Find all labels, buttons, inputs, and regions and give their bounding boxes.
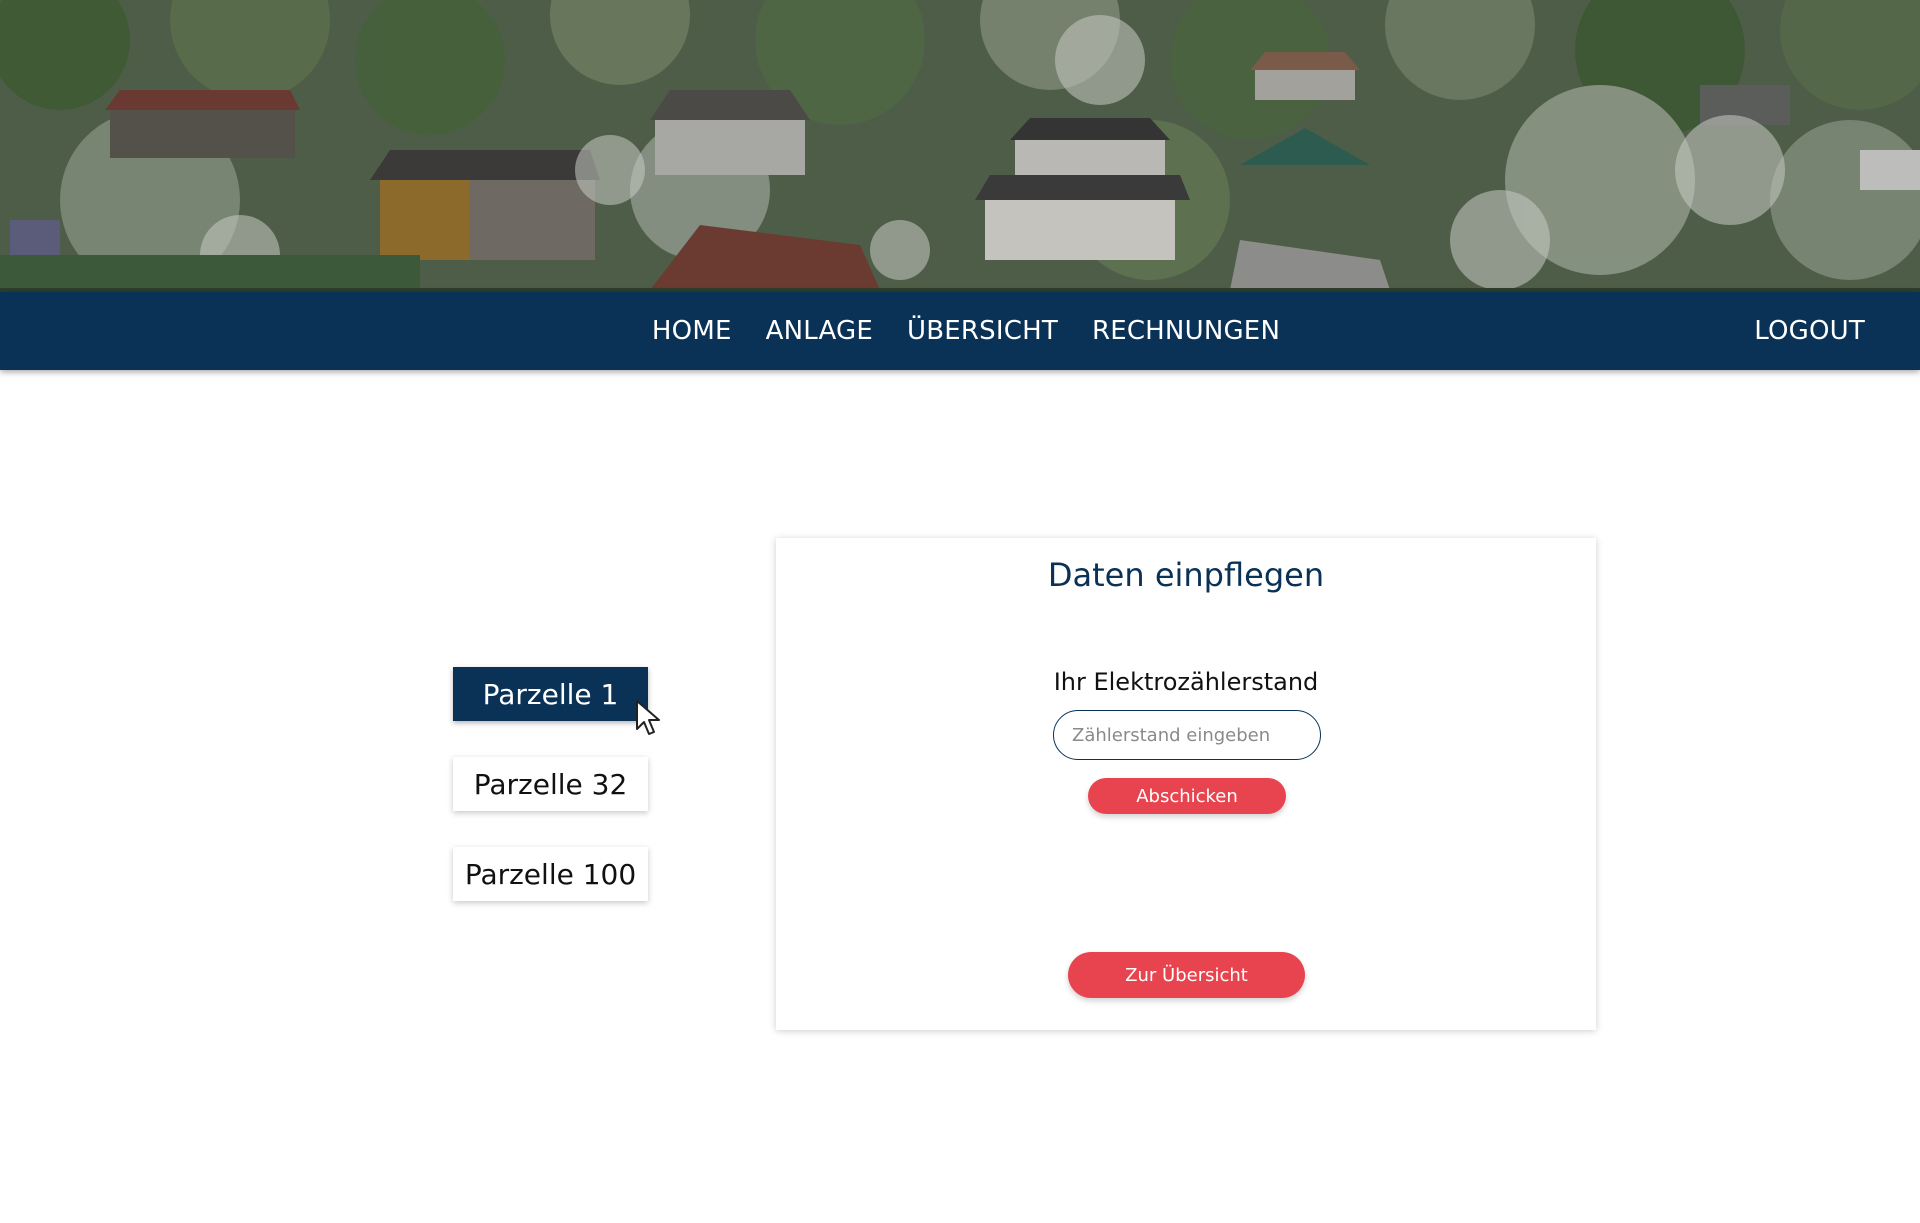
parcel-button-100[interactable]: Parzelle 100 — [453, 847, 648, 901]
nav-home[interactable]: HOME — [652, 316, 732, 346]
nav-rechnungen[interactable]: RECHNUNGEN — [1092, 316, 1280, 346]
parcel-button-32[interactable]: Parzelle 32 — [453, 757, 648, 811]
submit-button[interactable]: Abschicken — [1088, 778, 1286, 814]
data-entry-card: Daten einpflegen Ihr Elektrozählerstand … — [776, 538, 1596, 1030]
nav-uebersicht[interactable]: ÜBERSICHT — [907, 316, 1058, 346]
meter-reading-input[interactable] — [1053, 710, 1321, 760]
overview-button[interactable]: Zur Übersicht — [1068, 952, 1305, 998]
nav-logout-wrap: LOGOUT — [1754, 292, 1865, 370]
parcel-button-1[interactable]: Parzelle 1 — [453, 667, 648, 721]
arrow-pointer-icon — [636, 700, 660, 735]
hero-banner-image — [0, 0, 1920, 292]
nav-links: HOME ANLAGE ÜBERSICHT RECHNUNGEN — [0, 292, 1920, 370]
nav-anlage[interactable]: ANLAGE — [766, 316, 873, 346]
logout-link[interactable]: LOGOUT — [1754, 316, 1865, 346]
meter-field-label: Ihr Elektrozählerstand — [1053, 668, 1319, 696]
card-title: Daten einpflegen — [1047, 556, 1325, 594]
main-navbar: HOME ANLAGE ÜBERSICHT RECHNUNGEN LOGOUT — [0, 292, 1920, 370]
parcel-list: Parzelle 1 Parzelle 32 Parzelle 100 — [453, 667, 648, 937]
